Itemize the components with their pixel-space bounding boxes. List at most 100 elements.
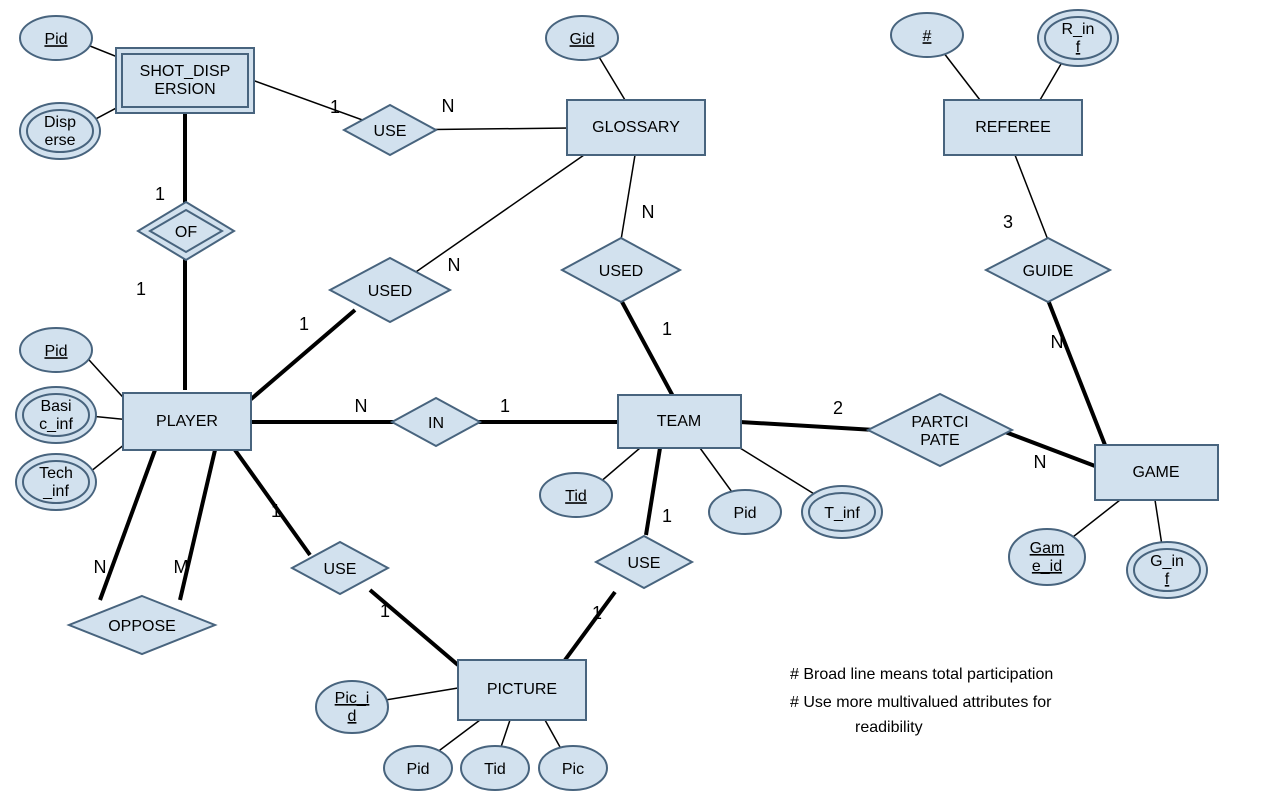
attr-label: # <box>923 28 932 45</box>
entity-label: PLAYER <box>156 413 218 430</box>
attr-label: erse <box>44 132 75 149</box>
entity-label: GLOSSARY <box>592 119 680 136</box>
attr-label: e_id <box>1032 558 1062 575</box>
attr-basic-inf: Basic_inf <box>16 387 96 443</box>
card: 3 <box>1003 212 1013 232</box>
entity-label: REFEREE <box>975 119 1051 136</box>
attr-game-id: Game_id <box>1009 529 1085 585</box>
attr-g-inf: G_inf <box>1127 542 1207 598</box>
attr-pic-id: Pic_id <box>316 681 388 733</box>
card: 1 <box>662 506 672 526</box>
attr-pid-team: Pid <box>709 490 781 534</box>
card: N <box>442 96 455 116</box>
attr-label: Pic <box>562 761 584 778</box>
entity-shot-dispersion: SHOT_DISPERSION <box>116 48 254 113</box>
note-line-1: # Broad line means total participation <box>790 666 1053 683</box>
attr-tech-inf: Tech_inf <box>16 454 96 510</box>
attr-label: Pid <box>44 31 67 48</box>
entity-referee: REFEREE <box>944 100 1082 155</box>
attr-pid-pic: Pid <box>384 746 452 790</box>
card: 1 <box>500 396 510 416</box>
rel-label: OPPOSE <box>108 618 176 635</box>
entity-label: ERSION <box>154 81 215 98</box>
attr-label: d <box>348 708 357 725</box>
svg-text:Game_id: Game_id <box>1030 540 1065 575</box>
rel-in: IN <box>392 398 480 446</box>
entity-picture: PICTURE <box>458 660 586 720</box>
card: N <box>1034 452 1047 472</box>
card: 1 <box>592 603 602 623</box>
note-line-2: # Use more multivalued attributes for <box>790 694 1052 711</box>
rel-label: USED <box>368 283 412 300</box>
svg-text:Basic_inf: Basic_inf <box>39 398 73 433</box>
attr-label: f <box>1076 39 1081 56</box>
attr-label: Pid <box>406 761 429 778</box>
rel-label: USE <box>374 123 407 140</box>
attr-tid-team: Tid <box>540 473 612 517</box>
rel-label: GUIDE <box>1023 263 1074 280</box>
attr-label: Pid <box>44 343 67 360</box>
card: 1 <box>299 314 309 334</box>
entity-player: PLAYER <box>123 393 251 450</box>
rel-guide: GUIDE <box>986 238 1110 302</box>
entity-label: PICTURE <box>487 681 557 698</box>
attr-label: Gam <box>1030 540 1065 557</box>
card: 1 <box>271 501 281 521</box>
attr-tid-pic: Tid <box>461 746 529 790</box>
attr-label: Tech <box>39 465 73 482</box>
card: N <box>355 396 368 416</box>
entity-glossary: GLOSSARY <box>567 100 705 155</box>
attr-disperse: Disperse <box>20 103 100 159</box>
attr-label: Pic_i <box>335 690 370 707</box>
attr-label: T_inf <box>824 505 860 522</box>
attr-label: Disp <box>44 114 76 131</box>
card: 1 <box>380 601 390 621</box>
note-line-3: readibility <box>855 719 923 736</box>
attr-label: R_in <box>1062 21 1095 38</box>
rel-of: OF <box>138 202 234 260</box>
attr-hash: # <box>891 13 963 57</box>
attr-label: G_in <box>1150 553 1184 570</box>
card: N <box>1051 332 1064 352</box>
attr-r-inf: R_inf <box>1038 10 1118 66</box>
attr-label: Gid <box>570 31 595 48</box>
attr-label: f <box>1165 571 1170 588</box>
rel-label: USE <box>628 555 661 572</box>
attr-pid-player: Pid <box>20 328 92 372</box>
rel-label: PATE <box>920 432 959 449</box>
attr-label: Basi <box>40 398 71 415</box>
card: 1 <box>155 184 165 204</box>
attr-pic: Pic <box>539 746 607 790</box>
rel-use-team-picture: USE <box>596 536 692 588</box>
card: 1 <box>662 319 672 339</box>
card: 2 <box>833 398 843 418</box>
rel-label: OF <box>175 224 197 241</box>
card: N <box>642 202 655 222</box>
card: 1 <box>330 97 340 117</box>
rel-label: IN <box>428 415 444 432</box>
rel-label: USE <box>324 561 357 578</box>
rel-used-team: USED <box>562 238 680 302</box>
card: M <box>174 557 189 577</box>
attr-t-inf: T_inf <box>802 486 882 538</box>
entity-label: GAME <box>1132 464 1179 481</box>
attr-pid-sd: Pid <box>20 16 92 60</box>
entity-team: TEAM <box>618 395 741 448</box>
attr-gid: Gid <box>546 16 618 60</box>
rel-use-sd-glossary: USE <box>344 105 436 155</box>
rel-oppose: OPPOSE <box>69 596 215 654</box>
card: 1 <box>136 279 146 299</box>
card: N <box>94 557 107 577</box>
rel-participate: PARTCIPATE <box>868 394 1012 466</box>
rel-used-player: USED <box>330 258 450 322</box>
entity-game: GAME <box>1095 445 1218 500</box>
attr-label: Tid <box>565 488 587 505</box>
attr-label: Tid <box>484 761 506 778</box>
card: N <box>448 255 461 275</box>
entity-label: TEAM <box>657 413 701 430</box>
svg-text:Disperse: Disperse <box>44 114 76 149</box>
rel-label: USED <box>599 263 643 280</box>
attr-label: _inf <box>42 483 69 500</box>
attr-label: c_inf <box>39 416 73 433</box>
entity-label: SHOT_DISP <box>140 63 231 80</box>
